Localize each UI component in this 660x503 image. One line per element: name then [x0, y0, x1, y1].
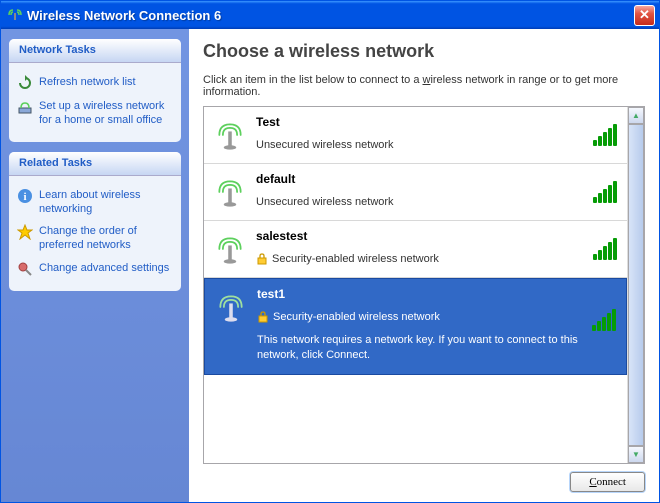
main-content: Choose a wireless network Click an item … [189, 29, 659, 502]
antenna-icon [214, 229, 246, 267]
task-learn[interactable]: i Learn about wireless networking [15, 184, 175, 221]
connect-button[interactable]: Connect [570, 472, 645, 492]
wireless-icon [7, 7, 23, 23]
network-status-row: Security-enabled wireless network [256, 253, 617, 265]
network-extra: This network requires a network key. If … [257, 333, 587, 364]
scroll-up-button[interactable]: ▲ [628, 107, 644, 124]
task-setup[interactable]: Set up a wireless network for a home or … [15, 95, 175, 132]
lock-icon [256, 253, 268, 265]
scroll-down-button[interactable]: ▼ [628, 446, 644, 463]
signal-icon [592, 309, 616, 331]
window: Wireless Network Connection 6 ✕ Network … [0, 0, 660, 503]
task-label: Change advanced settings [39, 261, 169, 275]
related-tasks-body: i Learn about wireless networking Change… [9, 176, 181, 291]
close-button[interactable]: ✕ [634, 5, 655, 26]
page-title: Choose a wireless network [203, 41, 645, 62]
task-label: Set up a wireless network for a home or … [39, 99, 173, 128]
related-tasks-header: Related Tasks [9, 152, 181, 176]
task-order[interactable]: Change the order of preferred networks [15, 220, 175, 257]
network-item[interactable]: test1 Security-enabled wireless network … [204, 278, 627, 375]
task-label: Change the order of preferred networks [39, 224, 173, 253]
antenna-icon [215, 287, 247, 364]
network-status-row: Security-enabled wireless network [257, 311, 616, 323]
network-status: Security-enabled wireless network [273, 311, 440, 323]
signal-icon [593, 124, 617, 146]
task-label: Learn about wireless networking [39, 188, 173, 217]
titlebar: Wireless Network Connection 6 ✕ [1, 1, 659, 29]
network-body: default Unsecured wireless network [256, 172, 617, 210]
network-body: salestest Security-enabled wireless netw… [256, 229, 617, 267]
network-item[interactable]: Test Unsecured wireless network [204, 107, 627, 164]
network-item[interactable]: salestest Security-enabled wireless netw… [204, 221, 627, 278]
antenna-icon [214, 172, 246, 210]
setup-icon [17, 99, 33, 115]
svg-text:i: i [23, 191, 26, 203]
window-title: Wireless Network Connection 6 [27, 8, 634, 23]
sidebar: Network Tasks Refresh network list Set u… [1, 29, 189, 502]
network-status: Unsecured wireless network [256, 139, 394, 151]
star-icon [17, 224, 33, 240]
network-name: default [256, 172, 617, 186]
scroll-thumb[interactable] [628, 124, 644, 446]
network-name: Test [256, 115, 617, 129]
network-status-row: Unsecured wireless network [256, 139, 617, 151]
task-refresh[interactable]: Refresh network list [15, 71, 175, 95]
network-body: Test Unsecured wireless network [256, 115, 617, 153]
network-status-row: Unsecured wireless network [256, 196, 617, 208]
network-list-container: Test Unsecured wireless network default … [203, 106, 645, 464]
network-tasks-body: Refresh network list Set up a wireless n… [9, 63, 181, 142]
network-list: Test Unsecured wireless network default … [204, 107, 627, 463]
scrollbar[interactable]: ▲ ▼ [627, 107, 644, 463]
refresh-icon [17, 75, 33, 91]
network-item[interactable]: default Unsecured wireless network [204, 164, 627, 221]
signal-icon [593, 238, 617, 260]
network-tasks-panel: Network Tasks Refresh network list Set u… [9, 39, 181, 142]
task-advanced[interactable]: Change advanced settings [15, 257, 175, 281]
task-label: Refresh network list [39, 75, 136, 89]
info-icon: i [17, 188, 33, 204]
network-status: Security-enabled wireless network [272, 253, 439, 265]
page-description: Click an item in the list below to conne… [203, 74, 645, 98]
network-tasks-header: Network Tasks [9, 39, 181, 63]
signal-icon [593, 181, 617, 203]
settings-icon [17, 261, 33, 277]
network-status: Unsecured wireless network [256, 196, 394, 208]
connect-label: onnect [597, 476, 626, 488]
related-tasks-panel: Related Tasks i Learn about wireless net… [9, 152, 181, 291]
window-body: Network Tasks Refresh network list Set u… [1, 29, 659, 502]
network-name: salestest [256, 229, 617, 243]
antenna-icon [214, 115, 246, 153]
lock-icon [257, 311, 269, 323]
network-body: test1 Security-enabled wireless network … [257, 287, 616, 364]
network-name: test1 [257, 287, 616, 301]
footer: Connect [203, 464, 645, 492]
